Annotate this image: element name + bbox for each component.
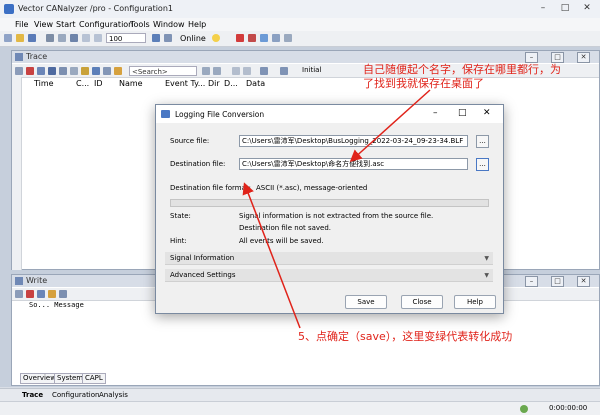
annotation-arrow-destination xyxy=(349,89,431,163)
annotation-arrow-progress xyxy=(242,182,301,329)
annotation-arrows xyxy=(242,89,431,329)
